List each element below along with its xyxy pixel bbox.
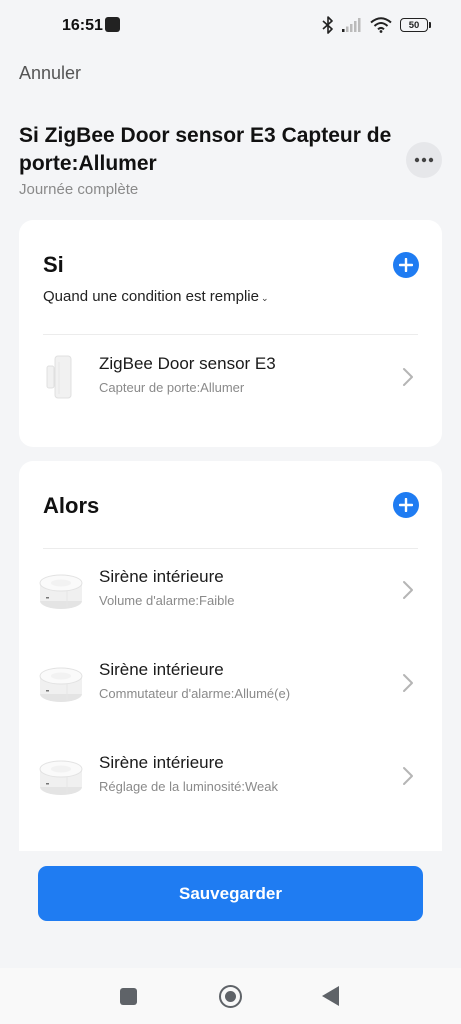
siren-icon [39,667,83,702]
chevron-down-icon: ⌄ [260,292,269,303]
chevron-right-icon [403,368,413,386]
battery-level: 50 [400,18,428,32]
cancel-button[interactable]: Annuler [19,63,81,84]
status-time: 16:51 [62,17,103,34]
then-card: Alors Sirène intérieure Volume d'alarme:… [19,461,442,851]
action-detail: Commutateur d'alarme:Allumé(e) [99,686,291,701]
condition-detail: Capteur de porte:Allumer [99,380,245,395]
more-icon [414,157,434,163]
condition-mode-dropdown[interactable]: Quand une condition est remplie ⌄ [43,288,269,305]
status-bar: 16:51 50 [0,0,461,52]
status-icons: 50 [322,14,431,36]
chevron-right-icon [403,674,413,692]
page-title: Si ZigBee Door sensor E3 Capteur de port… [19,124,392,175]
plus-icon [399,498,413,512]
condition-mode-label: Quand une condition est remplie [43,288,259,305]
save-button[interactable]: Sauvegarder [38,866,423,921]
plus-icon [399,258,413,272]
home-icon[interactable] [219,985,242,1008]
action-detail: Volume d'alarme:Faible [99,593,235,608]
condition-row[interactable]: ZigBee Door sensor E3 Capteur de porte:A… [19,342,442,412]
divider [43,334,418,335]
more-button[interactable] [406,142,442,178]
schedule-subtitle[interactable]: Journée complète [19,181,138,198]
notification-app-icon [105,17,120,32]
divider [43,548,418,549]
action-row[interactable]: Sirène intérieure Volume d'alarme:Faible [19,555,442,625]
chevron-right-icon [403,581,413,599]
condition-device-name: ZigBee Door sensor E3 [99,354,276,373]
action-device-name: Sirène intérieure [99,567,224,586]
action-device-name: Sirène intérieure [99,660,224,679]
add-condition-button[interactable] [393,252,419,278]
bluetooth-icon [322,16,333,34]
door-sensor-icon [46,355,72,399]
chevron-right-icon [403,767,413,785]
siren-icon [39,574,83,609]
signal-icon [342,18,361,32]
if-card: Si Quand une condition est remplie ⌄ Zig… [19,220,442,447]
navigation-bar [0,968,461,1024]
siren-icon [39,760,83,795]
action-detail: Réglage de la luminosité:Weak [99,779,278,794]
battery-icon: 50 [400,18,431,32]
back-icon[interactable] [322,986,339,1006]
wifi-icon [370,17,392,33]
recents-icon[interactable] [120,988,137,1005]
action-row[interactable]: Sirène intérieure Réglage de la luminosi… [19,741,442,811]
action-row[interactable]: Sirène intérieure Commutateur d'alarme:A… [19,648,442,718]
action-device-name: Sirène intérieure [99,753,224,772]
if-heading: Si [43,252,64,277]
then-heading: Alors [43,493,100,518]
add-action-button[interactable] [393,492,419,518]
